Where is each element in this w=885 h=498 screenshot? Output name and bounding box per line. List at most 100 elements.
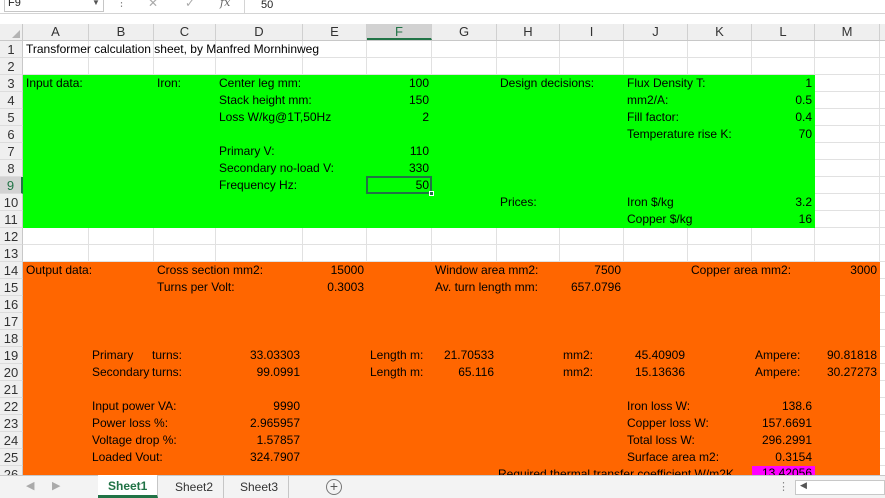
row-header-6[interactable]: 6 (0, 126, 23, 143)
column-header-m[interactable]: M (815, 24, 880, 40)
cell-cross-label[interactable]: Cross section mm2: (157, 262, 263, 279)
column-header-i[interactable]: I (560, 24, 624, 40)
row-header-10[interactable]: 10 (0, 194, 23, 211)
cell-mm2-label[interactable]: mm2: (563, 364, 593, 381)
insert-function-icon[interactable]: fx (220, 0, 230, 9)
cell-copper-price-label[interactable]: Copper $/kg (627, 211, 692, 228)
row-header-11[interactable]: 11 (0, 211, 23, 228)
tab-scroll-right-icon[interactable]: ▶ (52, 479, 60, 492)
fill-handle[interactable] (429, 191, 434, 196)
cell-flux-label[interactable]: Flux Density T: (627, 75, 705, 92)
row-header-15[interactable]: 15 (0, 279, 23, 296)
cell-s-mm2[interactable]: 15.13636 (624, 364, 685, 381)
cell-avturn-label[interactable]: Av. turn length mm: (435, 279, 538, 296)
row-header-19[interactable]: 19 (0, 347, 23, 364)
row-header-13[interactable]: 13 (0, 245, 23, 262)
cell-window-value[interactable]: 7500 (560, 262, 621, 279)
cell-secondary-label[interactable]: Secondary (92, 364, 149, 381)
row-header-14[interactable]: 14 (0, 262, 23, 279)
cell-vdrop-label[interactable]: Voltage drop %: (92, 432, 177, 449)
cell-primary-v-label[interactable]: Primary V: (219, 143, 275, 160)
cell-power-label[interactable]: Input power VA: (92, 398, 177, 415)
cell-flux-value[interactable]: 1 (752, 75, 812, 92)
column-header-l[interactable]: L (752, 24, 815, 40)
cell-tpv-label[interactable]: Turns per Volt: (157, 279, 235, 296)
cell-totloss-value[interactable]: 296.2991 (752, 432, 812, 449)
column-header-a[interactable]: A (23, 24, 89, 40)
row-header-17[interactable]: 17 (0, 313, 23, 330)
cell-vdrop-value[interactable]: 1.57857 (216, 432, 300, 449)
tab-sheet2[interactable]: Sheet2 (165, 476, 225, 498)
cell-prices-label[interactable]: Prices: (500, 194, 537, 211)
column-header-j[interactable]: J (624, 24, 688, 40)
row-header-12[interactable]: 12 (0, 228, 23, 245)
worksheet-grid[interactable]: Transformer calculation sheet, by Manfre… (23, 41, 885, 475)
column-header-c[interactable]: C (154, 24, 216, 40)
column-header-k[interactable]: K (688, 24, 752, 40)
cell-s-length[interactable]: 65.116 (432, 364, 494, 381)
row-header-22[interactable]: 22 (0, 398, 23, 415)
row-header-16[interactable]: 16 (0, 296, 23, 313)
cell-loss-label[interactable]: Loss W/kg@1T,50Hz (219, 109, 331, 126)
column-header-g[interactable]: G (432, 24, 497, 40)
row-header-1[interactable]: 1 (0, 41, 23, 58)
chevron-down-icon[interactable]: ▼ (92, 0, 100, 7)
cell-iron-label[interactable]: Iron: (157, 75, 181, 92)
row-header-23[interactable]: 23 (0, 415, 23, 432)
row-header-9[interactable]: 9 (0, 177, 23, 194)
cell-copper-price-value[interactable]: 16 (752, 211, 812, 228)
cell-secondary-v-value[interactable]: 330 (367, 160, 429, 177)
cell-cuarea-label[interactable]: Copper area mm2: (691, 262, 791, 279)
cell-ampere-label[interactable]: Ampere: (755, 347, 800, 364)
scroll-left-icon[interactable]: ◀ (800, 480, 807, 491)
cell-ampere-label[interactable]: Ampere: (755, 364, 800, 381)
row-header-24[interactable]: 24 (0, 432, 23, 449)
cell-vout-value[interactable]: 324.7907 (216, 449, 300, 466)
cell-power-value[interactable]: 9990 (216, 398, 300, 415)
cell-stack-height-label[interactable]: Stack height mm: (219, 92, 312, 109)
cell-culoss-value[interactable]: 157.6691 (752, 415, 812, 432)
cell-cuarea-value[interactable]: 3000 (815, 262, 877, 279)
column-header-b[interactable]: B (89, 24, 154, 40)
cell-center-leg-label[interactable]: Center leg mm: (219, 75, 301, 92)
cell-ploss-value[interactable]: 2.965957 (216, 415, 300, 432)
column-header-f[interactable]: F (367, 24, 432, 40)
cell-s-turns[interactable]: 99.0991 (216, 364, 300, 381)
row-header-4[interactable]: 4 (0, 92, 23, 109)
row-header-3[interactable]: 3 (0, 75, 23, 92)
cell-temp-value[interactable]: 70 (752, 126, 812, 143)
cell-frequency-label[interactable]: Frequency Hz: (219, 177, 297, 194)
cell-temp-label[interactable]: Temperature rise K: (627, 126, 732, 143)
cell-totloss-label[interactable]: Total loss W: (627, 432, 695, 449)
cell-cross-value[interactable]: 15000 (303, 262, 364, 279)
column-header-h[interactable]: H (497, 24, 560, 40)
row-header-25[interactable]: 25 (0, 449, 23, 466)
cell-primary-v-value[interactable]: 110 (367, 143, 429, 160)
enter-icon[interactable]: ✓ (185, 0, 195, 10)
cell-p-length[interactable]: 21.70533 (432, 347, 494, 364)
cell-design-label[interactable]: Design decisions: (500, 75, 594, 92)
cell-surface-label[interactable]: Surface area m2: (627, 449, 719, 466)
row-header-20[interactable]: 20 (0, 364, 23, 381)
formula-input[interactable]: 50 (244, 0, 885, 13)
cell-p-mm2[interactable]: 45.40909 (624, 347, 685, 364)
cell-culoss-label[interactable]: Copper loss W: (627, 415, 709, 432)
row-header-8[interactable]: 8 (0, 160, 23, 177)
cell-ironloss-label[interactable]: Iron loss W: (627, 398, 690, 415)
cell-surface-value[interactable]: 0.3154 (752, 449, 812, 466)
row-header-5[interactable]: 5 (0, 109, 23, 126)
more-options-icon[interactable]: ⋮ (116, 0, 127, 9)
cell-title[interactable]: Transformer calculation sheet, by Manfre… (26, 41, 319, 58)
row-header-21[interactable]: 21 (0, 381, 23, 398)
cell-ironloss-value[interactable]: 138.6 (752, 398, 812, 415)
cell-mm2a-value[interactable]: 0.5 (752, 92, 812, 109)
cell-label[interactable]: Input data: (26, 75, 83, 92)
cell-mm2a-label[interactable]: mm2/A: (627, 92, 668, 109)
cell-center-leg-value[interactable]: 100 (367, 75, 429, 92)
row-header-7[interactable]: 7 (0, 143, 23, 160)
cell-fill-value[interactable]: 0.4 (752, 109, 812, 126)
cell-p-turns[interactable]: 33.03303 (216, 347, 300, 364)
cell-secondary-v-label[interactable]: Secondary no-load V: (219, 160, 334, 177)
select-all-button[interactable] (0, 24, 23, 40)
cell-iron-price-label[interactable]: Iron $/kg (627, 194, 674, 211)
